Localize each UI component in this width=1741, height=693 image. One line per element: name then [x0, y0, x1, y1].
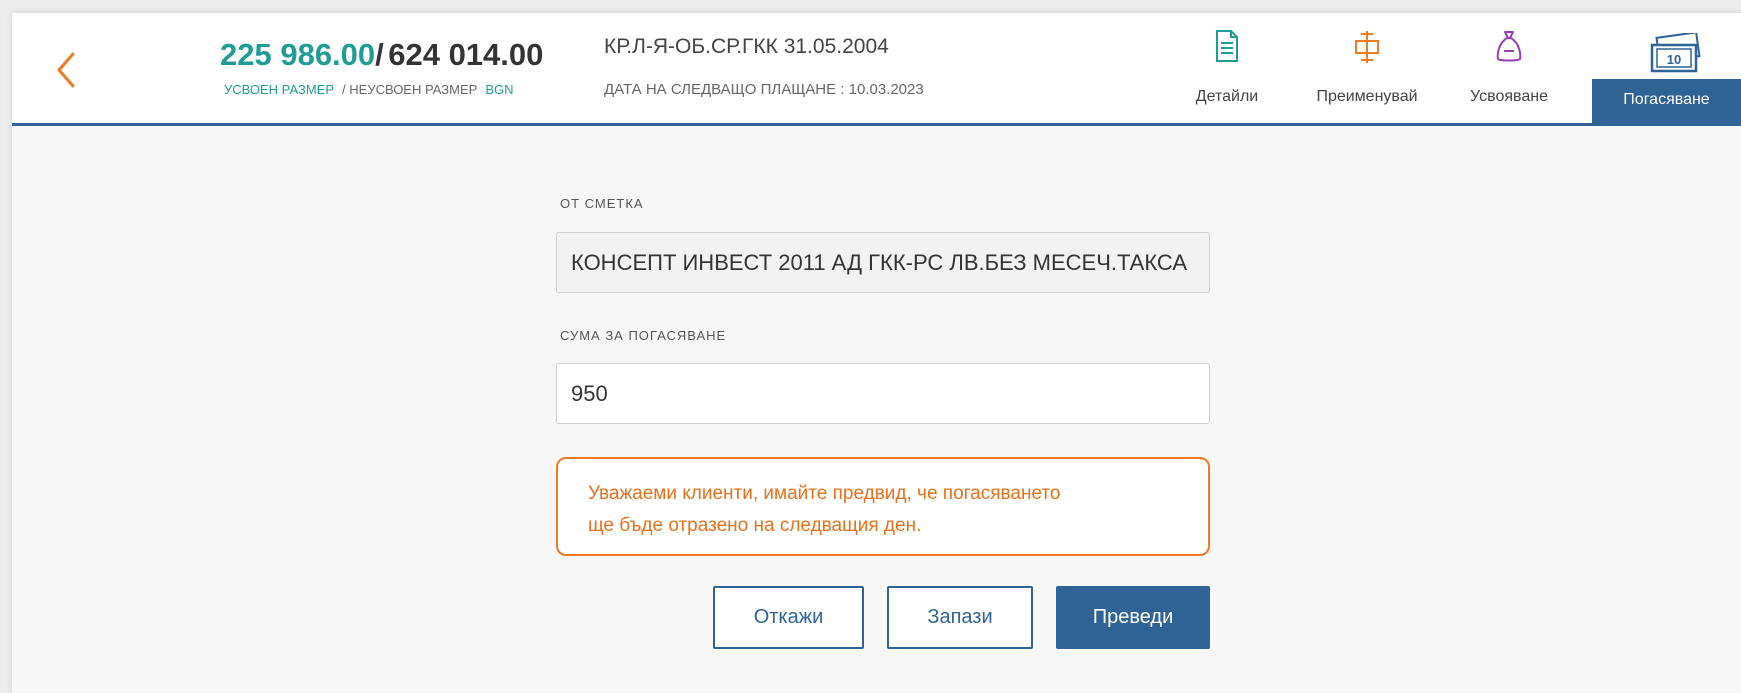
- main-panel: 225 986.00/ 624 014.00 УСВОЕН РАЗМЕР / НЕ…: [12, 13, 1741, 693]
- notice-line-2: ще бъде отразено на следващия ден.: [588, 515, 922, 536]
- amount-input[interactable]: [556, 363, 1210, 424]
- unused-amount-label: / НЕУСВОЕН РАЗМЕР: [342, 82, 478, 97]
- unused-amount: 624 014.00: [388, 37, 544, 72]
- tab-details-label: Детайли: [1195, 88, 1259, 105]
- currency-label: BGN: [485, 82, 514, 97]
- used-amount: 225 986.00: [220, 37, 376, 72]
- used-amount-label: УСВОЕН РАЗМЕР: [224, 82, 335, 97]
- amount-separator: /: [375, 37, 384, 72]
- tab-repayment[interactable]: Погасяване: [1592, 79, 1741, 123]
- loan-amounts: 225 986.00/ 624 014.00: [220, 37, 543, 73]
- notice-box: Уважаеми клиенти, имайте предвид, че пог…: [556, 457, 1210, 556]
- tab-rename[interactable]: Преименувай: [1294, 13, 1440, 123]
- notice-line-1: Уважаеми клиенти, имайте предвид, че пог…: [588, 483, 1061, 504]
- tab-details[interactable]: Детайли: [1164, 13, 1290, 123]
- loan-header: 225 986.00/ 624 014.00 УСВОЕН РАЗМЕР / НЕ…: [12, 13, 1741, 126]
- back-button[interactable]: [48, 47, 84, 93]
- document-icon: [1216, 30, 1238, 62]
- tab-drawdown[interactable]: Усвояване: [1444, 13, 1574, 123]
- tab-repayment-icon-wrap[interactable]: 10: [1648, 31, 1702, 73]
- from-account-label: ОТ СМЕТКА: [560, 196, 644, 211]
- next-payment-date: ДАТА НА СЛЕДВАЩО ПЛАЩАНЕ : 10.03.2023: [604, 81, 924, 98]
- amount-label: СУМА ЗА ПОГАСЯВАНЕ: [560, 328, 727, 343]
- money-bag-icon: [1496, 31, 1522, 62]
- rename-icon: [1355, 31, 1379, 63]
- tab-drawdown-label: Усвояване: [1470, 88, 1548, 105]
- tab-repayment-label: Погасяване: [1623, 91, 1710, 108]
- chevron-left-icon: [57, 52, 75, 88]
- svg-text:10: 10: [1667, 52, 1681, 67]
- transfer-button[interactable]: Преведи: [1056, 586, 1210, 649]
- banknote-icon: 10: [1650, 31, 1701, 73]
- save-button[interactable]: Запази: [887, 586, 1033, 649]
- cancel-button[interactable]: Откажи: [713, 586, 864, 649]
- from-account-field: КОНСЕПТ ИНВЕСТ 2011 АД ГКК-РС ЛВ.БЕЗ МЕС…: [556, 232, 1210, 293]
- tab-rename-label: Преименувай: [1316, 88, 1418, 105]
- amount-labels: УСВОЕН РАЗМЕР / НЕУСВОЕН РАЗМЕР BGN: [224, 82, 514, 97]
- account-title: КР.Л-Я-ОБ.СР.ГКК 31.05.2004: [604, 35, 889, 58]
